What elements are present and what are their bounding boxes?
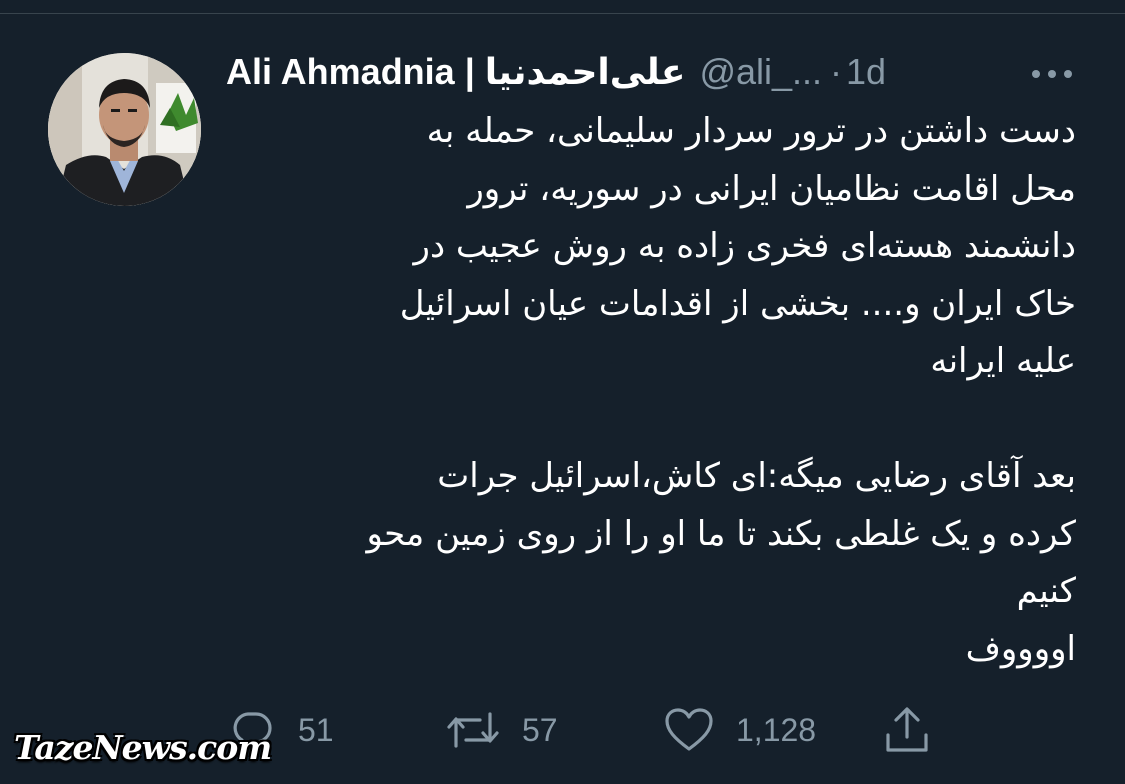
tweet-text-line: محل اقامت نظامیان ایرانی در سوریه، ترور — [467, 168, 1076, 209]
top-divider — [0, 13, 1125, 14]
heart-icon — [665, 708, 713, 751]
tweet-text-line: خاک ایران و.... بخشی از اقدامات عیان اسر… — [399, 283, 1076, 324]
more-button[interactable] — [1024, 56, 1080, 92]
author-display-name[interactable]: Ali Ahmadnia | علی‌احمدنیا — [226, 51, 685, 93]
tweet-text-line: بعد آقای رضایی میگه:ای کاش،اسرائیل جرات — [437, 456, 1076, 496]
like-button[interactable]: 1,128 — [664, 700, 816, 760]
tweet-text-line: دست داشتن در ترور سردار سلیمانی، حمله به — [426, 111, 1076, 151]
more-horizontal-icon — [1032, 70, 1072, 78]
tweet-text-line: کنیم — [1016, 571, 1076, 611]
tweet-timestamp[interactable]: 1d — [846, 51, 886, 93]
share-button[interactable] — [884, 700, 930, 760]
tweet-text-line: علیه ایرانه — [930, 341, 1076, 381]
tweet-screenshot: Ali Ahmadnia | علی‌احمدنیا @ali_... · 1d… — [0, 0, 1125, 784]
header-separator: · — [830, 51, 843, 92]
tweet-header: Ali Ahmadnia | علی‌احمدنیا @ali_... · 1d — [226, 46, 886, 98]
watermark: TazeNews.com — [14, 728, 272, 767]
tweet-text-line: دانشمند هسته‌ای فخری زاده به روش عجیب در — [413, 226, 1076, 266]
retweet-button[interactable]: 57 — [446, 700, 558, 760]
retweet-icon — [447, 712, 499, 748]
tweet-text: دست داشتن در ترور سردار سلیمانی، حمله به… — [226, 103, 1076, 678]
tweet-text-line — [226, 391, 1076, 449]
share-icon — [886, 707, 928, 752]
avatar[interactable] — [48, 53, 201, 206]
tweet-text-line: اووووف — [965, 628, 1076, 669]
tweet-text-line: کرده و یک غلطی بکند تا ما او را از روی ز… — [366, 513, 1076, 554]
like-count: 1,128 — [736, 711, 817, 748]
avatar-photo — [48, 53, 201, 206]
reply-count: 51 — [298, 711, 334, 748]
retweet-count: 57 — [522, 711, 558, 748]
author-handle[interactable]: @ali_... — [699, 51, 822, 93]
